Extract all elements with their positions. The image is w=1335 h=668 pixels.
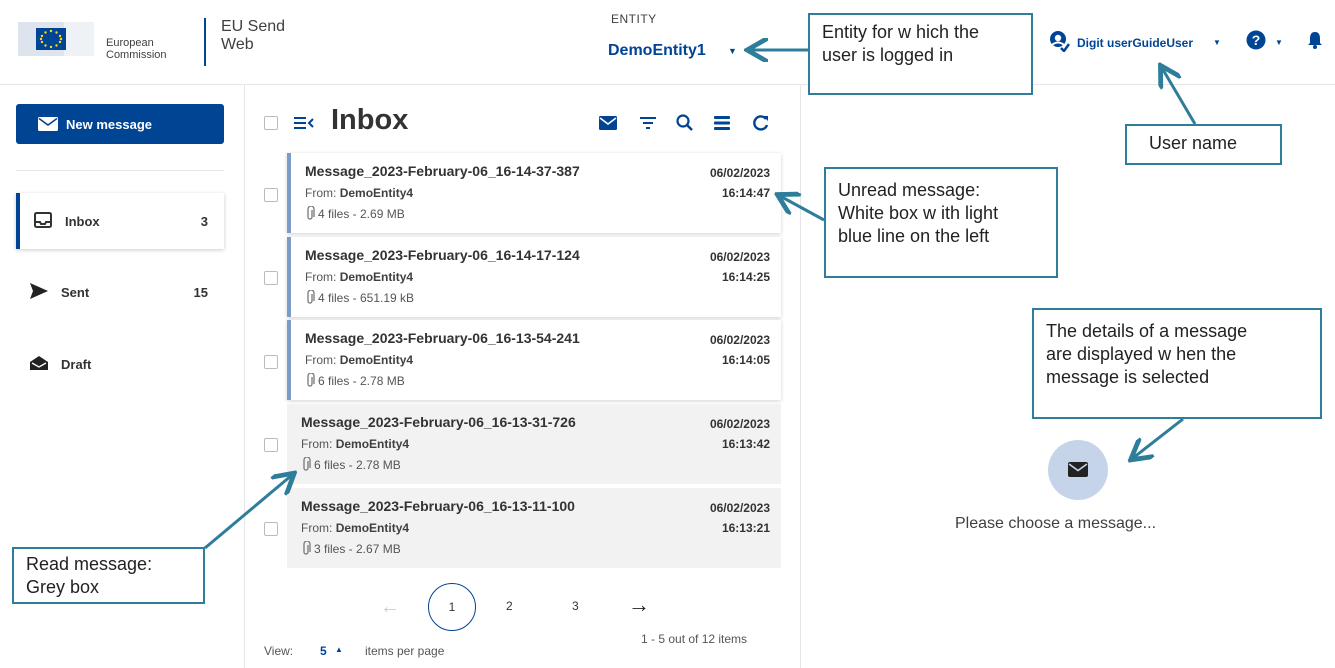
- arrow-to-read: [204, 475, 292, 550]
- annotation-arrows: [204, 0, 1197, 550]
- arrow-to-details: [1133, 417, 1184, 458]
- arrow-to-unread: [780, 196, 825, 222]
- arrow-to-user: [1162, 68, 1197, 125]
